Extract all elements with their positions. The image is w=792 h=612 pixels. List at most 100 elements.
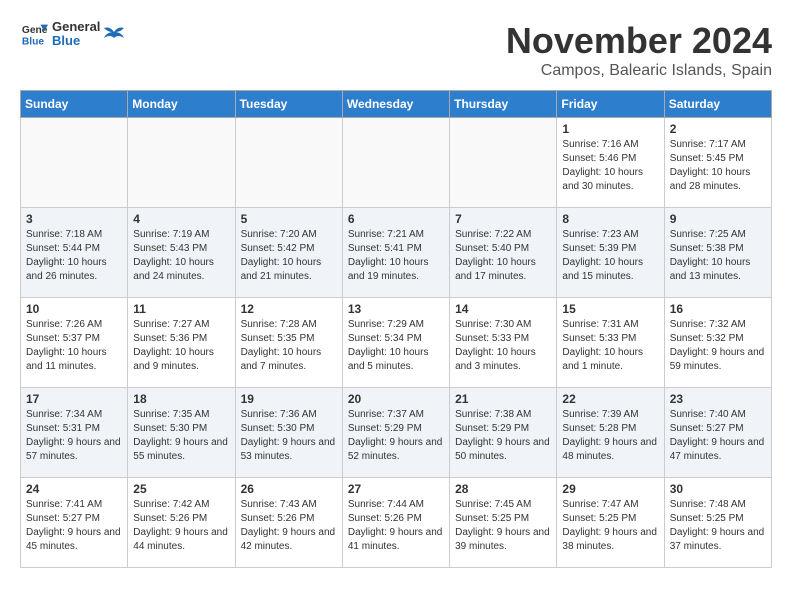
day-info: Sunrise: 7:26 AMSunset: 5:37 PMDaylight:… xyxy=(26,318,122,374)
day-info: Sunrise: 7:27 AMSunset: 5:36 PMDaylight:… xyxy=(133,318,229,374)
calendar-cell: 24Sunrise: 7:41 AMSunset: 5:27 PMDayligh… xyxy=(21,478,128,568)
logo-icon: General Blue xyxy=(20,20,48,48)
logo: General Blue General Blue xyxy=(20,20,124,49)
day-number: 10 xyxy=(26,302,122,316)
header: General Blue General Blue November 2024 … xyxy=(20,20,772,80)
header-tuesday: Tuesday xyxy=(235,91,342,118)
header-wednesday: Wednesday xyxy=(342,91,449,118)
day-number: 3 xyxy=(26,212,122,226)
day-number: 26 xyxy=(241,482,337,496)
day-info: Sunrise: 7:19 AMSunset: 5:43 PMDaylight:… xyxy=(133,228,229,284)
day-number: 13 xyxy=(348,302,444,316)
calendar-cell: 29Sunrise: 7:47 AMSunset: 5:25 PMDayligh… xyxy=(557,478,664,568)
day-info: Sunrise: 7:18 AMSunset: 5:44 PMDaylight:… xyxy=(26,228,122,284)
calendar-cell: 25 Sunrise: 7:42 AMSunset: 5:26 PMDayligh… xyxy=(128,478,235,568)
calendar-cell: 27Sunrise: 7:44 AMSunset: 5:26 PMDayligh… xyxy=(342,478,449,568)
day-info: Sunrise: 7:21 AMSunset: 5:41 PMDaylight:… xyxy=(348,228,444,284)
day-info: Sunrise: 7:37 AMSunset: 5:29 PMDaylight:… xyxy=(348,408,444,464)
day-info: Sunrise: 7:25 AMSunset: 5:38 PMDaylight:… xyxy=(670,228,766,284)
day-info: Sunrise: 7:23 AMSunset: 5:39 PMDaylight:… xyxy=(562,228,658,284)
day-number: 17 xyxy=(26,392,122,406)
calendar-cell: 14Sunrise: 7:30 AMSunset: 5:33 PMDayligh… xyxy=(450,298,557,388)
calendar-cell xyxy=(342,118,449,208)
day-number: 14 xyxy=(455,302,551,316)
title-section: November 2024 Campos, Balearic Islands, … xyxy=(506,20,772,80)
day-number: 16 xyxy=(670,302,766,316)
calendar-cell: 19 Sunrise: 7:36 AMSunset: 5:30 PMDayligh… xyxy=(235,388,342,478)
calendar-cell: 12 Sunrise: 7:28 AMSunset: 5:35 PMDayligh… xyxy=(235,298,342,388)
day-number: 1 xyxy=(562,122,658,136)
day-number: 25 xyxy=(133,482,229,496)
calendar-cell: 9 Sunrise: 7:25 AMSunset: 5:38 PMDaylight… xyxy=(664,208,771,298)
calendar-cell xyxy=(21,118,128,208)
day-info: Sunrise: 7:28 AMSunset: 5:35 PMDaylight:… xyxy=(241,318,337,374)
day-number: 2 xyxy=(670,122,766,136)
day-number: 5 xyxy=(241,212,337,226)
day-number: 12 xyxy=(241,302,337,316)
week-row-5: 24Sunrise: 7:41 AMSunset: 5:27 PMDayligh… xyxy=(21,478,772,568)
calendar-cell: 11 Sunrise: 7:27 AMSunset: 5:36 PMDayligh… xyxy=(128,298,235,388)
day-info: Sunrise: 7:32 AMSunset: 5:32 PMDaylight:… xyxy=(670,318,766,374)
header-row: Sunday Monday Tuesday Wednesday Thursday… xyxy=(21,91,772,118)
location-subtitle: Campos, Balearic Islands, Spain xyxy=(506,62,772,80)
day-number: 22 xyxy=(562,392,658,406)
day-info: Sunrise: 7:31 AMSunset: 5:33 PMDaylight:… xyxy=(562,318,658,374)
day-info: Sunrise: 7:34 AMSunset: 5:31 PMDaylight:… xyxy=(26,408,122,464)
header-sunday: Sunday xyxy=(21,91,128,118)
day-info: Sunrise: 7:20 AMSunset: 5:42 PMDaylight:… xyxy=(241,228,337,284)
day-number: 19 xyxy=(241,392,337,406)
logo-bird-icon xyxy=(104,24,124,44)
day-info: Sunrise: 7:42 AMSunset: 5:26 PMDaylight:… xyxy=(133,498,229,554)
day-number: 30 xyxy=(670,482,766,496)
calendar-table: Sunday Monday Tuesday Wednesday Thursday… xyxy=(20,90,772,568)
day-number: 24 xyxy=(26,482,122,496)
calendar-cell: 18 Sunrise: 7:35 AMSunset: 5:30 PMDayligh… xyxy=(128,388,235,478)
day-info: Sunrise: 7:35 AMSunset: 5:30 PMDaylight:… xyxy=(133,408,229,464)
day-number: 4 xyxy=(133,212,229,226)
calendar-cell: 1 Sunrise: 7:16 AMSunset: 5:46 PMDaylight… xyxy=(557,118,664,208)
day-info: Sunrise: 7:45 AMSunset: 5:25 PMDaylight:… xyxy=(455,498,551,554)
day-info: Sunrise: 7:29 AMSunset: 5:34 PMDaylight:… xyxy=(348,318,444,374)
calendar-cell: 10 Sunrise: 7:26 AMSunset: 5:37 PMDayligh… xyxy=(21,298,128,388)
day-info: Sunrise: 7:48 AMSunset: 5:25 PMDaylight:… xyxy=(670,498,766,554)
logo-general: General xyxy=(52,20,100,34)
calendar-cell: 30 Sunrise: 7:48 AMSunset: 5:25 PMDayligh… xyxy=(664,478,771,568)
day-number: 20 xyxy=(348,392,444,406)
day-info: Sunrise: 7:16 AMSunset: 5:46 PMDaylight:… xyxy=(562,138,658,194)
calendar-cell: 26Sunrise: 7:43 AMSunset: 5:26 PMDayligh… xyxy=(235,478,342,568)
week-row-4: 17 Sunrise: 7:34 AMSunset: 5:31 PMDayligh… xyxy=(21,388,772,478)
calendar-cell: 15 Sunrise: 7:31 AMSunset: 5:33 PMDayligh… xyxy=(557,298,664,388)
calendar-cell: 7 Sunrise: 7:22 AMSunset: 5:40 PMDaylight… xyxy=(450,208,557,298)
day-number: 11 xyxy=(133,302,229,316)
day-number: 18 xyxy=(133,392,229,406)
svg-text:Blue: Blue xyxy=(22,37,45,48)
calendar-cell: 17 Sunrise: 7:34 AMSunset: 5:31 PMDayligh… xyxy=(21,388,128,478)
day-number: 29 xyxy=(562,482,658,496)
logo-blue: Blue xyxy=(52,34,100,48)
calendar-cell xyxy=(450,118,557,208)
day-info: Sunrise: 7:36 AMSunset: 5:30 PMDaylight:… xyxy=(241,408,337,464)
day-number: 15 xyxy=(562,302,658,316)
day-number: 9 xyxy=(670,212,766,226)
day-number: 7 xyxy=(455,212,551,226)
calendar-cell: 28 Sunrise: 7:45 AMSunset: 5:25 PMDayligh… xyxy=(450,478,557,568)
calendar-cell: 21Sunrise: 7:38 AMSunset: 5:29 PMDayligh… xyxy=(450,388,557,478)
header-monday: Monday xyxy=(128,91,235,118)
calendar-cell: 4 Sunrise: 7:19 AMSunset: 5:43 PMDaylight… xyxy=(128,208,235,298)
week-row-1: 1 Sunrise: 7:16 AMSunset: 5:46 PMDaylight… xyxy=(21,118,772,208)
week-row-2: 3 Sunrise: 7:18 AMSunset: 5:44 PMDaylight… xyxy=(21,208,772,298)
day-number: 21 xyxy=(455,392,551,406)
day-number: 27 xyxy=(348,482,444,496)
day-info: Sunrise: 7:22 AMSunset: 5:40 PMDaylight:… xyxy=(455,228,551,284)
header-friday: Friday xyxy=(557,91,664,118)
calendar-cell: 22 Sunrise: 7:39 AMSunset: 5:28 PMDayligh… xyxy=(557,388,664,478)
calendar-cell: 13 Sunrise: 7:29 AMSunset: 5:34 PMDayligh… xyxy=(342,298,449,388)
calendar-cell: 8Sunrise: 7:23 AMSunset: 5:39 PMDaylight… xyxy=(557,208,664,298)
day-info: Sunrise: 7:39 AMSunset: 5:28 PMDaylight:… xyxy=(562,408,658,464)
calendar-cell: 20 Sunrise: 7:37 AMSunset: 5:29 PMDayligh… xyxy=(342,388,449,478)
calendar-cell: 16 Sunrise: 7:32 AMSunset: 5:32 PMDayligh… xyxy=(664,298,771,388)
calendar-cell: 5 Sunrise: 7:20 AMSunset: 5:42 PMDaylight… xyxy=(235,208,342,298)
week-row-3: 10 Sunrise: 7:26 AMSunset: 5:37 PMDayligh… xyxy=(21,298,772,388)
day-number: 28 xyxy=(455,482,551,496)
calendar-cell: 2Sunrise: 7:17 AMSunset: 5:45 PMDaylight… xyxy=(664,118,771,208)
